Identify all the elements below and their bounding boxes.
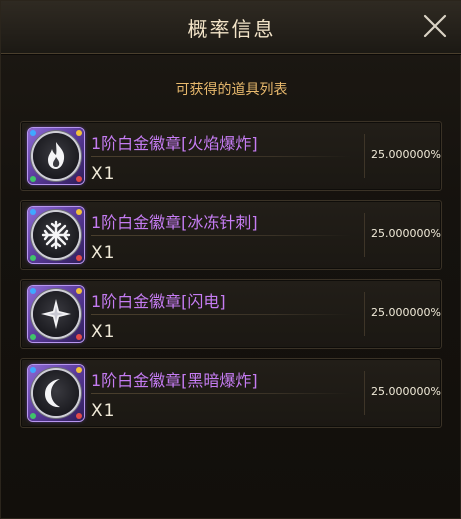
- probability-dialog: 概率信息 可获得的道具列表 1阶白金徽章[火焰爆炸] X1 25.000000%…: [0, 0, 461, 519]
- item-list: 1阶白金徽章[火焰爆炸] X1 25.000000% 1阶白金徽章[冰冻针刺] …: [20, 121, 442, 437]
- title-bar: 概率信息: [1, 1, 461, 54]
- dialog-title: 概率信息: [187, 17, 276, 41]
- item-quantity: X1: [91, 401, 116, 421]
- crescent-moon-icon: [45, 379, 60, 408]
- close-icon[interactable]: [422, 13, 448, 39]
- item-probability: 25.000000%: [371, 148, 441, 161]
- divider: [364, 213, 365, 257]
- flame-icon: [48, 142, 65, 169]
- item-probability: 25.000000%: [371, 306, 441, 319]
- star-icon: [41, 299, 71, 329]
- list-item[interactable]: 1阶白金徽章[闪电] X1 25.000000%: [20, 279, 442, 349]
- item-probability: 25.000000%: [371, 385, 441, 398]
- item-probability: 25.000000%: [371, 227, 441, 240]
- divider: [91, 314, 351, 315]
- item-icon-frame[interactable]: [28, 207, 84, 263]
- item-icon-frame[interactable]: [28, 365, 84, 421]
- divider: [364, 134, 365, 178]
- list-item[interactable]: 1阶白金徽章[冰冻针刺] X1 25.000000%: [20, 200, 442, 270]
- close-button[interactable]: [422, 13, 448, 39]
- item-quantity: X1: [91, 322, 116, 342]
- divider: [364, 371, 365, 415]
- list-subtitle: 可获得的道具列表: [175, 82, 288, 98]
- item-quantity: X1: [91, 243, 116, 263]
- item-quantity: X1: [91, 164, 116, 184]
- list-item[interactable]: 1阶白金徽章[火焰爆炸] X1 25.000000%: [20, 121, 442, 191]
- list-item[interactable]: 1阶白金徽章[黑暗爆炸] X1 25.000000%: [20, 358, 442, 428]
- item-icon-frame[interactable]: [28, 286, 84, 342]
- item-name: 1阶白金徽章[火焰爆炸]: [91, 134, 258, 153]
- item-name: 1阶白金徽章[闪电]: [91, 292, 226, 311]
- item-icon-frame[interactable]: [28, 128, 84, 184]
- snowflake-icon: [41, 220, 71, 250]
- item-name: 1阶白金徽章[黑暗爆炸]: [91, 371, 258, 390]
- divider: [91, 235, 351, 236]
- divider: [91, 156, 351, 157]
- divider: [91, 393, 351, 394]
- divider: [364, 292, 365, 336]
- item-name: 1阶白金徽章[冰冻针刺]: [91, 213, 258, 232]
